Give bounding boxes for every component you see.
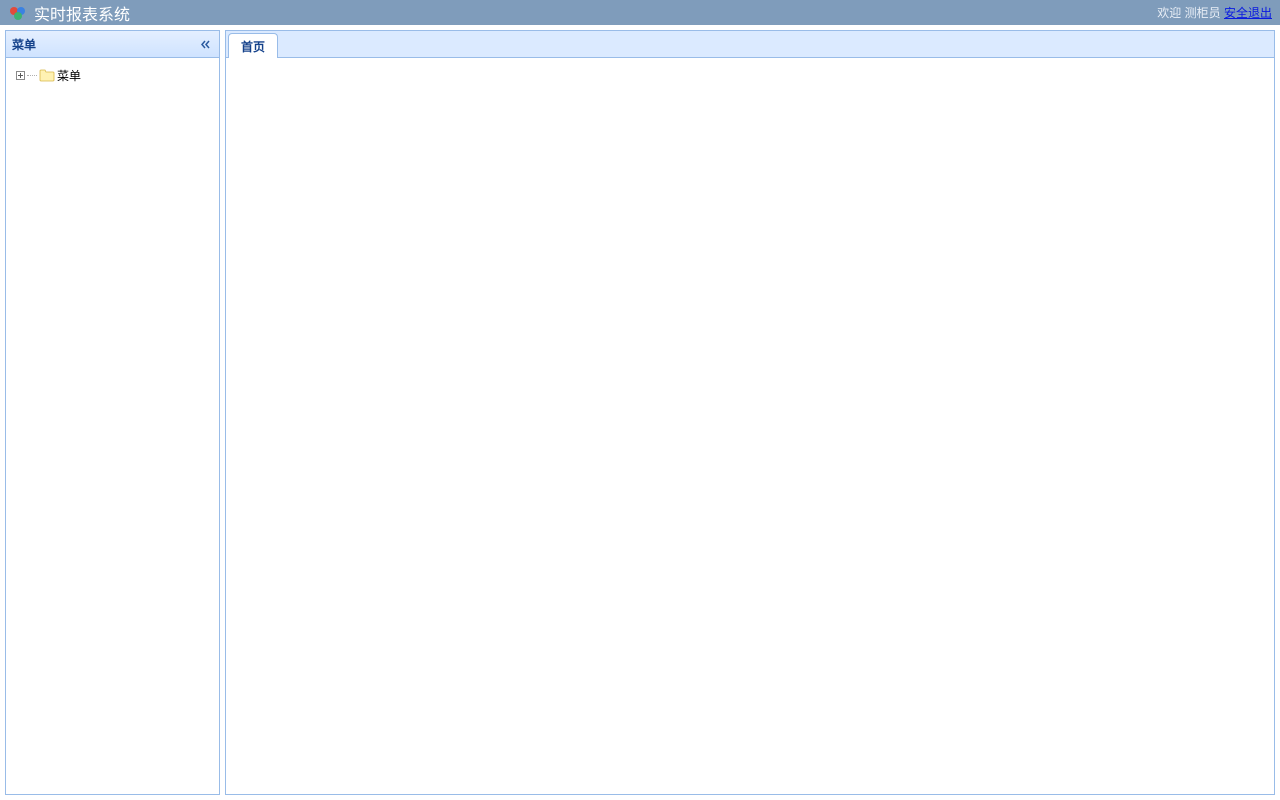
- welcome-label: 欢迎: [1157, 6, 1181, 20]
- sidebar-title: 菜单: [12, 36, 36, 53]
- main-layout: 菜单 菜单 首页: [0, 25, 1280, 800]
- logout-link[interactable]: 安全退出: [1224, 6, 1272, 20]
- tab-label: 首页: [241, 38, 265, 55]
- folder-icon: [39, 68, 55, 82]
- tree-elbow-line: [27, 66, 39, 84]
- collapse-sidebar-button[interactable]: [198, 37, 213, 52]
- tree-root-node[interactable]: 菜单: [12, 66, 213, 84]
- main-panel: 首页: [225, 30, 1275, 795]
- tab-content-home: [226, 58, 1274, 794]
- app-title: 实时报表系统: [34, 1, 130, 25]
- sidebar-panel: 菜单 菜单: [5, 30, 220, 795]
- tree-node-label: 菜单: [57, 67, 81, 84]
- sidebar-body: 菜单: [6, 58, 219, 794]
- app-logo-icon: [8, 4, 28, 22]
- tab-home[interactable]: 首页: [228, 33, 278, 58]
- header-right: 欢迎 测柜员 安全退出: [1157, 4, 1272, 21]
- sidebar-header: 菜单: [6, 31, 219, 58]
- chevron-left-double-icon: [199, 38, 212, 51]
- header-left: 实时报表系统: [8, 1, 130, 25]
- tree-expand-icon[interactable]: [16, 71, 25, 80]
- tabstrip: 首页: [226, 31, 1274, 58]
- username-label: 测柜员: [1185, 6, 1221, 20]
- app-header: 实时报表系统 欢迎 测柜员 安全退出: [0, 0, 1280, 25]
